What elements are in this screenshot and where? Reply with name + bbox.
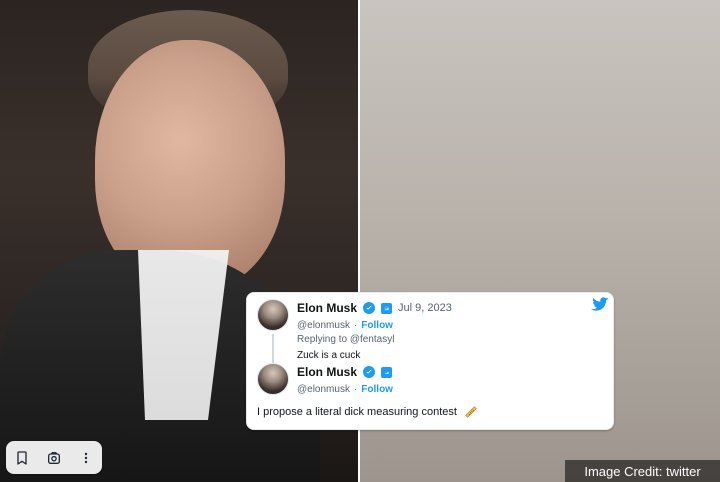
follow-link[interactable]: Follow xyxy=(361,384,393,395)
verified-check-icon xyxy=(363,302,376,314)
thread-line xyxy=(272,334,274,363)
tweet-text-content: I propose a literal dick measuring conte… xyxy=(257,406,457,418)
lens-icon xyxy=(48,451,60,464)
tweet-date[interactable]: Jul 9, 2023 xyxy=(398,302,452,314)
tweet-2: Elon Musk @elonmusk · Follow I propose a… xyxy=(257,363,603,429)
author-name[interactable]: Elon Musk xyxy=(297,365,357,379)
more-options-button[interactable] xyxy=(72,444,100,472)
tweet-1: Elon Musk Jul 9, 2023 @elonmusk · Follow… xyxy=(257,299,603,365)
handle-row: @elonmusk · Follow xyxy=(297,319,393,331)
replying-to: Replying to @fentasyl xyxy=(297,334,394,345)
avatar[interactable] xyxy=(257,299,289,331)
replying-to-handle[interactable]: @fentasyl xyxy=(350,334,395,345)
tweet-header: Elon Musk xyxy=(297,365,603,379)
square-badge-icon xyxy=(381,366,393,378)
tweet-text: Zuck is a cuck xyxy=(297,350,361,361)
author-name[interactable]: Elon Musk xyxy=(297,301,357,315)
ruler-emoji-icon xyxy=(465,406,477,418)
image-credit: Image Credit: twitter xyxy=(565,460,720,482)
avatar[interactable] xyxy=(257,363,289,395)
square-badge-icon xyxy=(381,302,393,314)
tweet-card: Elon Musk Jul 9, 2023 @elonmusk · Follow… xyxy=(246,292,614,430)
handle-separator: · xyxy=(353,319,358,331)
verified-check-icon xyxy=(363,366,376,378)
handle-row: @elonmusk · Follow xyxy=(297,383,393,395)
replying-to-label: Replying to xyxy=(297,334,348,345)
bookmark-button[interactable] xyxy=(8,444,36,472)
bookmark-icon xyxy=(17,450,27,465)
handle-separator: · xyxy=(353,383,358,395)
author-handle[interactable]: @elonmusk xyxy=(297,320,350,331)
image-canvas: Elon Musk Jul 9, 2023 @elonmusk · Follow… xyxy=(0,0,720,482)
tweet-header: Elon Musk Jul 9, 2023 xyxy=(297,301,603,315)
more-vertical-icon xyxy=(84,452,88,463)
lens-button[interactable] xyxy=(40,444,68,472)
image-toolbar xyxy=(6,441,102,474)
tweet-text: I propose a literal dick measuring conte… xyxy=(257,404,479,420)
author-handle[interactable]: @elonmusk xyxy=(297,384,350,395)
follow-link[interactable]: Follow xyxy=(361,320,393,331)
